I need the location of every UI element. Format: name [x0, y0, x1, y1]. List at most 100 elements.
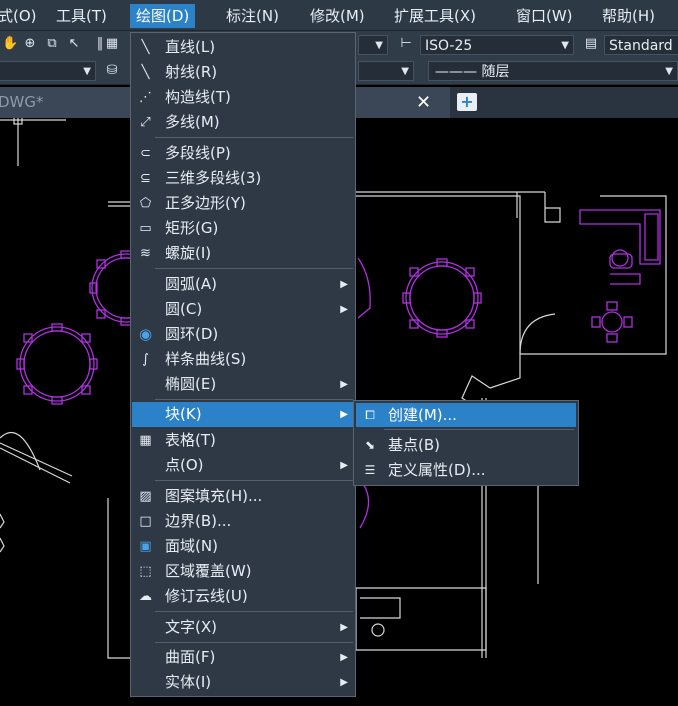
menu-item-label: 表格(T)	[165, 431, 216, 449]
base-point-icon: ⬊	[364, 438, 376, 452]
pan-icon[interactable]: ✋	[2, 36, 18, 52]
layer-select-end[interactable]: ▼	[358, 61, 414, 81]
small-table	[601, 311, 623, 333]
close-tab-icon[interactable]: ✕	[416, 92, 431, 113]
menu-item-ellipse[interactable]: 椭圆(E) ▶	[132, 372, 354, 397]
menu-item-surface[interactable]: 曲面(F) ▶	[132, 645, 354, 670]
menu-item-ray[interactable]: ╲ 射线(R)	[132, 60, 354, 85]
menu-help[interactable]: 帮助(H)	[596, 4, 661, 28]
zoom-realtime-icon[interactable]: ⊕	[22, 36, 38, 52]
menu-item-label: 样条曲线(S)	[165, 350, 247, 368]
menu-item-donut[interactable]: ◉ 圆环(D)	[132, 322, 354, 347]
menu-item-hatch[interactable]: ▨ 图案填充(H)...	[132, 484, 354, 509]
menu-item-label: 三维多段线(3)	[165, 169, 262, 187]
dimstyle-value: ISO-25	[425, 38, 473, 54]
menu-item-table[interactable]: ▦ 表格(T)	[132, 428, 354, 453]
column-detail	[544, 192, 561, 223]
textstyle-select[interactable]: Standard	[604, 35, 678, 55]
submenu-item-create[interactable]: ⧠ 创建(M)...	[356, 403, 576, 427]
calculator-icon[interactable]: ▦	[104, 36, 120, 52]
document-tab-title: DWG*	[0, 93, 44, 111]
menu-item-label: 直线(L)	[165, 38, 216, 56]
menu-item-label: 圆环(D)	[165, 325, 219, 343]
menu-item-label: 面域(N)	[165, 537, 218, 555]
layer-properties-icon[interactable]: ⛁	[104, 63, 120, 79]
linetype-select[interactable]: ——— 随层 ▼	[428, 61, 678, 81]
kitchen-counter	[579, 209, 661, 265]
menu-item-text[interactable]: 文字(X) ▶	[132, 615, 354, 640]
menu-item-label: 圆(C)	[165, 300, 203, 318]
helix-icon: ≋	[140, 246, 151, 261]
line-icon: ╲	[141, 40, 150, 55]
menu-item-label: 矩形(G)	[165, 219, 219, 237]
menu-format[interactable]: 式(O)	[0, 4, 43, 28]
menu-item-spline[interactable]: ∫ 样条曲线(S)	[132, 347, 354, 372]
menu-item-construction-line[interactable]: ⋰ 构造线(T)	[132, 85, 354, 110]
block-submenu: ⧠ 创建(M)... ⬊ 基点(B) ☰ 定义属性(D)...	[353, 400, 579, 486]
3d-polyline-icon: ⊆	[140, 171, 151, 186]
submenu-item-label: 定义属性(D)...	[388, 461, 486, 479]
textstyle-icon: ▤	[584, 36, 598, 51]
spline-icon: ∫	[142, 352, 149, 367]
menu-item-label: 边界(B)...	[165, 512, 232, 530]
menu-item-label: 射线(R)	[165, 63, 218, 81]
submenu-item-define-attribute[interactable]: ☰ 定义属性(D)...	[356, 458, 576, 482]
menu-item-wipeout[interactable]: ⬚ 区域覆盖(W)	[132, 559, 354, 584]
menu-item-region[interactable]: ▣ 面域(N)	[132, 534, 354, 559]
new-tab-button[interactable]: +	[457, 93, 477, 111]
submenu-arrow-icon: ▶	[340, 279, 348, 290]
lower-left-wall	[107, 498, 130, 659]
menu-item-point[interactable]: 点(O) ▶	[132, 453, 354, 478]
door-swing-right	[519, 313, 556, 355]
sink-circle	[371, 623, 385, 637]
menu-item-line[interactable]: ╲ 直线(L)	[132, 35, 354, 60]
menu-item-label: 修订云线(U)	[165, 587, 248, 605]
menu-item-boundary[interactable]: □ 边界(B)...	[132, 509, 354, 534]
menu-item-block[interactable]: 块(K) ▶	[132, 402, 354, 427]
multiline-icon: ⤢	[140, 115, 151, 130]
submenu-arrow-icon: ▶	[340, 304, 348, 315]
menu-item-label: 曲面(F)	[165, 648, 216, 666]
menu-item-solid[interactable]: 实体(I) ▶	[132, 670, 354, 695]
menu-item-rectangle[interactable]: ▭ 矩形(G)	[132, 216, 354, 241]
cloud-icon: ☁	[139, 589, 152, 604]
zoom-window-icon[interactable]: ⧉	[44, 36, 60, 52]
rectangle-icon: ▭	[139, 221, 152, 236]
menu-item-label: 椭圆(E)	[165, 375, 217, 393]
layer-dropdown-end[interactable]: ▼	[358, 35, 388, 55]
menu-item-arc[interactable]: 圆弧(A) ▶	[132, 272, 354, 297]
create-block-icon: ⧠	[365, 408, 375, 422]
menu-extended-tools[interactable]: 扩展工具(X)	[388, 4, 482, 28]
dimstyle-icon: ⊢	[400, 36, 412, 51]
color-select[interactable]: ▼	[0, 61, 96, 81]
menu-tools[interactable]: 工具(T)	[50, 4, 113, 28]
menu-separator	[155, 480, 353, 481]
polygon-icon: ⬠	[139, 196, 152, 211]
menu-dimension[interactable]: 标注(N)	[220, 4, 285, 28]
menu-item-multiline[interactable]: ⤢ 多线(M)	[132, 110, 354, 135]
submenu-arrow-icon: ▶	[340, 460, 348, 471]
define-attribute-icon: ☰	[364, 463, 376, 477]
document-tab-controls: ✕	[352, 87, 450, 118]
menu-item-circle[interactable]: 圆(C) ▶	[132, 297, 354, 322]
menu-separator	[155, 137, 353, 138]
menu-draw[interactable]: 绘图(D)	[130, 4, 196, 28]
wall-lower-left	[0, 442, 73, 484]
menu-separator	[155, 642, 353, 643]
submenu-arrow-icon: ▶	[340, 409, 348, 420]
menu-item-polyline[interactable]: ⊂ 多段线(P)	[132, 141, 354, 166]
submenu-item-base-point[interactable]: ⬊ 基点(B)	[356, 433, 576, 457]
zoom-previous-icon[interactable]: ↖	[66, 36, 82, 52]
linetype-value: ——— 随层	[435, 64, 510, 80]
submenu-item-label: 基点(B)	[388, 436, 440, 454]
menu-item-polygon[interactable]: ⬠ 正多边形(Y)	[132, 191, 354, 216]
menu-item-label: 块(K)	[165, 405, 202, 423]
dimstyle-select[interactable]: ISO-25 ▼	[420, 35, 574, 55]
menu-window[interactable]: 窗口(W)	[510, 4, 579, 28]
menu-item-3d-polyline[interactable]: ⊆ 三维多段线(3)	[132, 166, 354, 191]
menu-item-revision-cloud[interactable]: ☁ 修订云线(U)	[132, 584, 354, 609]
menu-item-helix[interactable]: ≋ 螺旋(I)	[132, 241, 354, 266]
submenu-arrow-icon: ▶	[340, 652, 348, 663]
menu-modify[interactable]: 修改(M)	[304, 4, 371, 28]
menu-item-label: 点(O)	[165, 456, 204, 474]
